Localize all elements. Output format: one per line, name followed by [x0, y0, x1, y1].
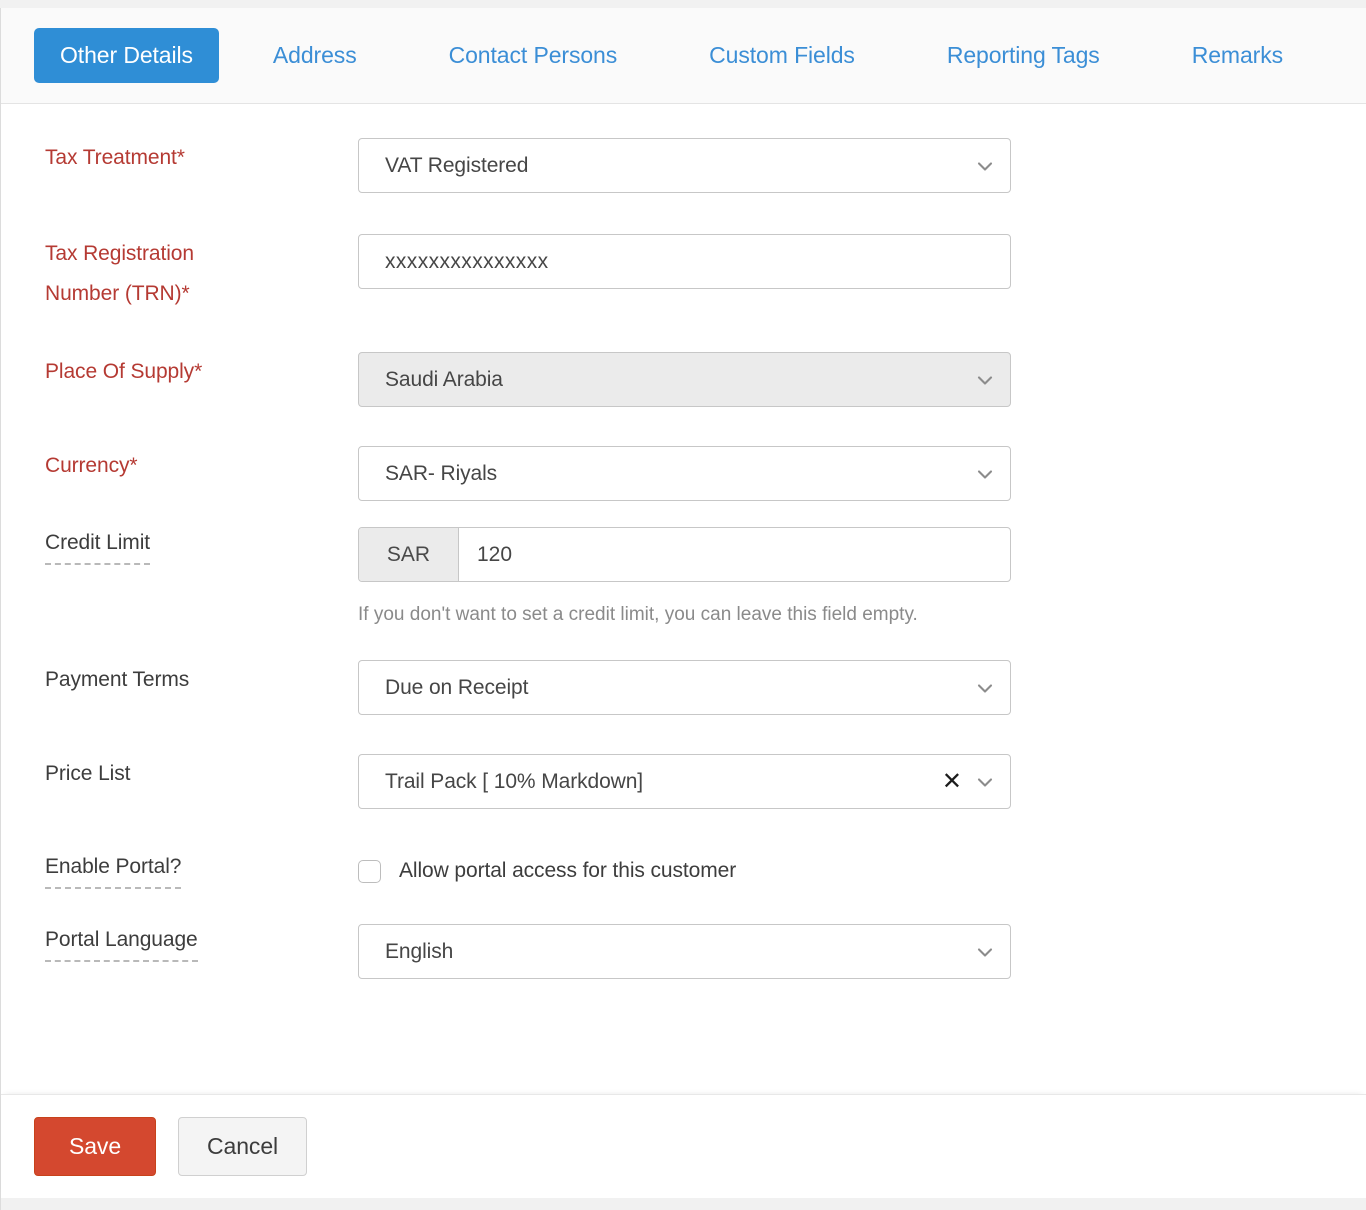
trn-label-line1: Tax Registration [45, 234, 194, 274]
label-col-payment-terms: Payment Terms [1, 660, 358, 700]
tab-contact-persons-label: Contact Persons [449, 42, 618, 68]
credit-limit-input[interactable]: 120 [459, 528, 1010, 581]
field-row-portal-language: Portal Language English [1, 924, 1366, 979]
tab-custom-fields[interactable]: Custom Fields [683, 28, 881, 83]
ctrl-col-trn: xxxxxxxxxxxxxxx [358, 234, 1366, 289]
ctrl-col-tax-treatment: VAT Registered [358, 138, 1366, 193]
save-button[interactable]: Save [34, 1117, 156, 1176]
place-of-supply-label: Place Of Supply* [45, 352, 202, 392]
label-col-place-of-supply: Place Of Supply* [1, 352, 358, 392]
tab-address-label: Address [273, 42, 357, 68]
credit-limit-label: Credit Limit [45, 527, 150, 565]
tab-other-details-label: Other Details [60, 42, 193, 68]
field-row-credit-limit: Credit Limit SAR 120 If you don't want t… [1, 527, 1366, 632]
ctrl-col-credit-limit: SAR 120 If you don't want to set a credi… [358, 527, 1366, 632]
form-tab-bar: Other Details Address Contact Persons Cu… [1, 8, 1366, 104]
ctrl-col-place-of-supply: Saudi Arabia [358, 352, 1366, 407]
field-row-enable-portal: Enable Portal? Allow portal access for t… [1, 851, 1366, 891]
label-col-currency: Currency* [1, 446, 358, 486]
credit-limit-value: 120 [477, 543, 512, 567]
chevron-down-icon [974, 155, 996, 177]
field-row-place-of-supply: Place Of Supply* Saudi Arabia [1, 352, 1366, 407]
field-row-price-list: Price List Trail Pack [ 10% Markdown] ✕ [1, 754, 1366, 809]
currency-select[interactable]: SAR- Riyals [358, 446, 1011, 501]
field-row-tax-treatment: Tax Treatment* VAT Registered [1, 138, 1366, 193]
price-list-select[interactable]: Trail Pack [ 10% Markdown] ✕ [358, 754, 1011, 809]
ctrl-col-price-list: Trail Pack [ 10% Markdown] ✕ [358, 754, 1366, 809]
window-top-strip [0, 0, 1366, 8]
ctrl-col-portal-language: English [358, 924, 1366, 979]
tab-reporting-tags[interactable]: Reporting Tags [921, 28, 1126, 83]
enable-portal-label: Enable Portal? [45, 851, 181, 889]
tax-treatment-label: Tax Treatment* [45, 138, 185, 178]
label-col-price-list: Price List [1, 754, 358, 794]
currency-label: Currency* [45, 446, 137, 486]
tab-remarks-label: Remarks [1192, 42, 1283, 68]
label-col-credit-limit: Credit Limit [1, 527, 358, 565]
credit-limit-currency-prefix: SAR [359, 528, 459, 581]
label-col-tax-treatment: Tax Treatment* [1, 138, 358, 178]
label-col-trn: Tax Registration Number (TRN)* [1, 234, 358, 314]
trn-label-line2: Number (TRN)* [45, 274, 190, 314]
chevron-down-icon [974, 677, 996, 699]
credit-limit-helper-text: If you don't want to set a credit limit,… [358, 598, 998, 632]
payment-terms-select[interactable]: Due on Receipt [358, 660, 1011, 715]
trn-input[interactable]: xxxxxxxxxxxxxxx [358, 234, 1011, 289]
cancel-button[interactable]: Cancel [178, 1117, 307, 1176]
chevron-down-icon [974, 771, 996, 793]
label-col-portal-language: Portal Language [1, 924, 358, 962]
field-row-currency: Currency* SAR- Riyals [1, 446, 1366, 501]
ctrl-col-enable-portal: Allow portal access for this customer [358, 851, 1366, 891]
other-details-form: Tax Treatment* VAT Registered Tax Regist… [1, 104, 1366, 1090]
price-list-label: Price List [45, 754, 130, 794]
tab-custom-fields-label: Custom Fields [709, 42, 855, 68]
tab-address[interactable]: Address [247, 28, 383, 83]
portal-language-select[interactable]: English [358, 924, 1011, 979]
tax-treatment-value: VAT Registered [385, 154, 974, 178]
tab-remarks[interactable]: Remarks [1166, 28, 1309, 83]
portal-language-value: English [385, 940, 974, 964]
payment-terms-value: Due on Receipt [385, 676, 974, 700]
price-list-value: Trail Pack [ 10% Markdown] [385, 770, 942, 794]
field-row-trn: Tax Registration Number (TRN)* xxxxxxxxx… [1, 234, 1366, 314]
allow-portal-access-label: Allow portal access for this customer [399, 859, 736, 883]
ctrl-col-currency: SAR- Riyals [358, 446, 1366, 501]
customer-other-details-page: Other Details Address Contact Persons Cu… [0, 8, 1366, 1210]
payment-terms-label: Payment Terms [45, 660, 189, 700]
ctrl-col-payment-terms: Due on Receipt [358, 660, 1366, 715]
chevron-down-icon [974, 463, 996, 485]
window-bottom-strip [1, 1198, 1366, 1210]
tab-other-details[interactable]: Other Details [34, 28, 219, 83]
trn-value: xxxxxxxxxxxxxxx [385, 250, 996, 274]
field-row-payment-terms: Payment Terms Due on Receipt [1, 660, 1366, 715]
credit-limit-input-group: SAR 120 [358, 527, 1011, 582]
form-footer: Save Cancel [1, 1094, 1366, 1198]
allow-portal-access-checkbox[interactable] [358, 860, 381, 883]
label-col-enable-portal: Enable Portal? [1, 851, 358, 889]
chevron-down-icon [974, 941, 996, 963]
chevron-down-icon [974, 369, 996, 391]
tab-contact-persons[interactable]: Contact Persons [423, 28, 644, 83]
tax-treatment-select[interactable]: VAT Registered [358, 138, 1011, 193]
currency-value: SAR- Riyals [385, 462, 974, 486]
portal-language-label: Portal Language [45, 924, 198, 962]
enable-portal-checkbox-wrap[interactable]: Allow portal access for this customer [358, 851, 1366, 891]
place-of-supply-value: Saudi Arabia [385, 368, 974, 392]
close-icon[interactable]: ✕ [942, 770, 962, 794]
place-of-supply-select[interactable]: Saudi Arabia [358, 352, 1011, 407]
tab-reporting-tags-label: Reporting Tags [947, 42, 1100, 68]
